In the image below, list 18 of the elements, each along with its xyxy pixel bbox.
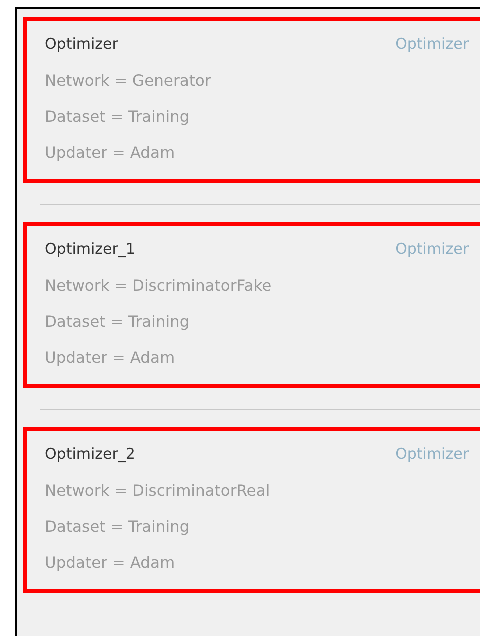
property-text: Dataset = Training — [45, 517, 191, 538]
property-text: Dataset = Training — [45, 107, 191, 128]
property-text: Network = Generator — [45, 71, 212, 92]
optimizer-name: Optimizer — [45, 35, 118, 53]
property-text: Network = DiscriminatorFake — [45, 276, 273, 297]
property-text: Updater = Adam — [45, 553, 176, 574]
property-text: Updater = Adam — [45, 348, 176, 369]
optimizer-card[interactable]: Optimizer Optimizer Network = Generator Dataset = Training Updater = Adam — [23, 17, 480, 183]
optimizer-type: Optimizer — [396, 445, 469, 463]
optimizer-name: Optimizer_2 — [45, 445, 136, 463]
optimizer-card[interactable]: Optimizer_1 Optimizer Network = DiscriminatorFake Dataset = Training Updater = Adam — [23, 222, 480, 388]
property-text: Network = DiscriminatorReal — [45, 481, 272, 502]
optimizer-type: Optimizer — [396, 35, 469, 53]
property-text: Updater = Adam — [45, 143, 176, 164]
optimizer-name: Optimizer_1 — [45, 240, 136, 258]
property-text: Dataset = Training — [45, 312, 191, 333]
optimizer-type: Optimizer — [396, 240, 469, 258]
optimizer-card[interactable]: Optimizer_2 Optimizer Network = DiscriminatorReal Dataset = Training Updater = Adam — [23, 427, 480, 593]
